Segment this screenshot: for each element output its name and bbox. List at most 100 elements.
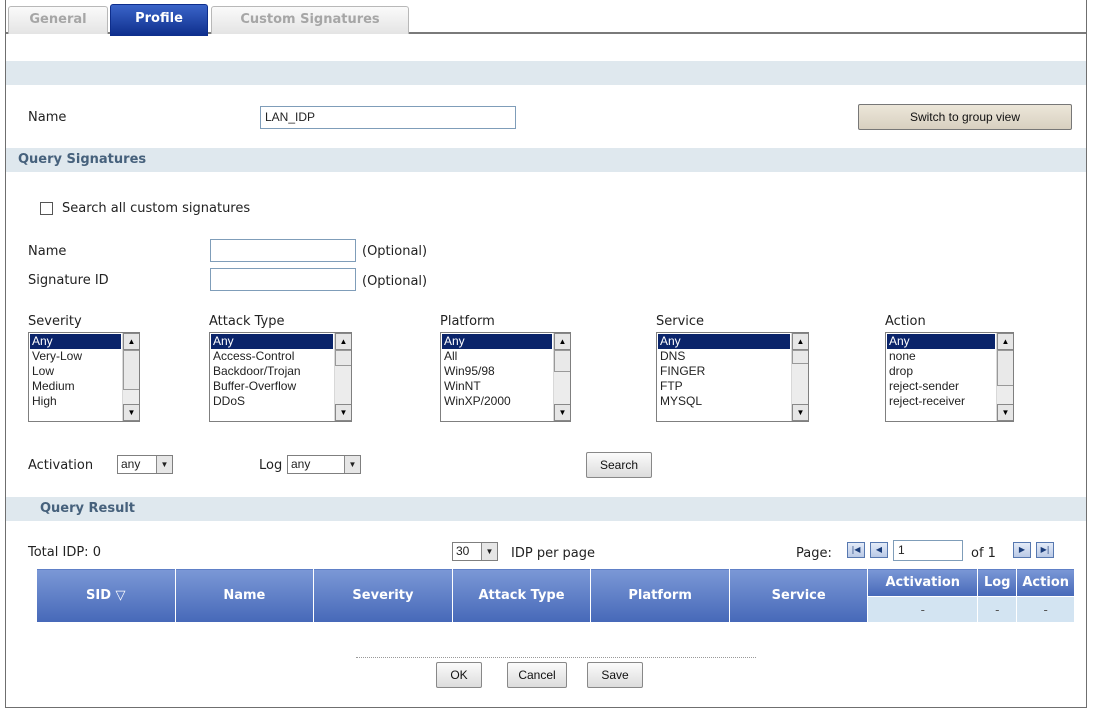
action-scrollbar[interactable]: ▲ ▼ [996,333,1013,421]
search-all-custom-label: Search all custom signatures [62,201,251,216]
severity-option[interactable]: Low [30,364,121,379]
column-header-name[interactable]: Name [174,568,315,623]
attack-type-option[interactable]: Backdoor/Trojan [211,364,333,379]
action-label: Action [885,314,926,329]
last-page-icon[interactable]: ▶| [1036,542,1054,558]
severity-option[interactable]: Very-Low [30,349,121,364]
page-label: Page: [796,546,832,561]
query-name-input[interactable] [210,239,356,262]
activation-select[interactable]: any ▼ [117,455,173,474]
scroll-thumb[interactable] [123,350,139,390]
chevron-down-icon[interactable]: ▼ [156,456,172,473]
service-option[interactable]: Any [658,334,790,349]
service-option[interactable]: FTP [658,379,790,394]
tab-custom-signatures[interactable]: Custom Signatures [211,6,409,34]
platform-option[interactable]: WinXP/2000 [442,394,552,409]
page-number-input[interactable]: 1 [893,540,963,561]
action-option[interactable]: drop [887,364,995,379]
tab-bar: General Profile Custom Signatures [6,0,1086,36]
query-name-label: Name [28,244,67,259]
platform-option[interactable]: Any [442,334,552,349]
scroll-up-icon[interactable]: ▲ [335,333,351,350]
ok-button[interactable]: OK [436,662,482,688]
severity-option[interactable]: Any [30,334,121,349]
action-listbox[interactable]: Any none drop reject-sender reject-recei… [885,332,1014,422]
query-signatures-header: Query Signatures [6,148,1086,172]
action-option[interactable]: Any [887,334,995,349]
action-option[interactable]: reject-sender [887,379,995,394]
scroll-up-icon[interactable]: ▲ [997,333,1013,350]
switch-to-group-view-button[interactable]: Switch to group view [858,104,1072,130]
log-select[interactable]: any ▼ [287,455,361,474]
severity-option[interactable]: High [30,394,121,409]
cancel-button[interactable]: Cancel [507,662,567,688]
scroll-thumb[interactable] [997,350,1013,386]
action-cell: - [1016,596,1075,623]
service-option[interactable]: MYSQL [658,394,790,409]
attack-type-option[interactable]: DDoS [211,394,333,409]
action-option[interactable]: none [887,349,995,364]
platform-option[interactable]: All [442,349,552,364]
log-cell: - [977,596,1018,623]
total-idp-label: Total IDP: 0 [28,545,101,560]
severity-listbox[interactable]: Any Very-Low Low Medium High ▲ ▼ [28,332,140,422]
sort-down-icon[interactable]: ▽ [116,588,126,603]
platform-label: Platform [440,314,495,329]
scroll-down-icon[interactable]: ▼ [792,404,808,421]
scroll-up-icon[interactable]: ▲ [792,333,808,350]
per-page-select[interactable]: 30 ▼ [452,542,498,561]
tab-profile[interactable]: Profile [110,4,208,36]
column-header-sid[interactable]: SID ▽ [36,568,176,623]
profile-name-input[interactable]: LAN_IDP [260,106,516,129]
activation-label: Activation [28,458,94,473]
attack-type-option[interactable]: Any [211,334,333,349]
attack-type-listbox[interactable]: Any Access-Control Backdoor/Trojan Buffe… [209,332,352,422]
severity-option[interactable]: Medium [30,379,121,394]
next-page-icon[interactable]: ▶ [1013,542,1031,558]
platform-option[interactable]: Win95/98 [442,364,552,379]
scroll-up-icon[interactable]: ▲ [123,333,139,350]
attack-type-scrollbar[interactable]: ▲ ▼ [334,333,351,421]
service-listbox[interactable]: Any DNS FINGER FTP MYSQL ▲ ▼ [656,332,809,422]
severity-scrollbar[interactable]: ▲ ▼ [122,333,139,421]
scroll-thumb[interactable] [335,350,351,366]
previous-page-icon[interactable]: ◀ [870,542,888,558]
profile-band [6,61,1086,85]
action-option[interactable]: reject-receiver [887,394,995,409]
platform-listbox[interactable]: Any All Win95/98 WinNT WinXP/2000 ▲ ▼ [440,332,571,422]
platform-option[interactable]: WinNT [442,379,552,394]
column-header-action[interactable]: Action [1016,568,1075,597]
column-header-log[interactable]: Log [977,568,1018,597]
scroll-down-icon[interactable]: ▼ [554,404,570,421]
attack-type-option[interactable]: Buffer-Overflow [211,379,333,394]
scroll-down-icon[interactable]: ▼ [123,404,139,421]
query-result-header: Query Result [6,497,1086,521]
service-option[interactable]: DNS [658,349,790,364]
scroll-thumb[interactable] [554,350,570,372]
signature-id-label: Signature ID [28,273,109,288]
column-header-platform[interactable]: Platform [590,568,730,623]
first-page-icon[interactable]: |◀ [847,542,865,558]
search-all-custom-checkbox[interactable] [40,202,53,215]
search-button[interactable]: Search [586,452,652,478]
chevron-down-icon[interactable]: ▼ [481,543,497,560]
attack-type-option[interactable]: Access-Control [211,349,333,364]
service-scrollbar[interactable]: ▲ ▼ [791,333,808,421]
column-header-service[interactable]: Service [728,568,869,623]
platform-scrollbar[interactable]: ▲ ▼ [553,333,570,421]
profile-name-label: Name [28,110,67,125]
tab-general[interactable]: General [8,6,108,34]
scroll-thumb[interactable] [792,350,808,364]
column-header-attack-type[interactable]: Attack Type [451,568,592,623]
service-option[interactable]: FINGER [658,364,790,379]
query-result-table: SID ▽ Name Severity Attack Type Platform… [36,568,1075,623]
scroll-down-icon[interactable]: ▼ [335,404,351,421]
save-button[interactable]: Save [587,662,643,688]
column-header-severity[interactable]: Severity [313,568,453,623]
column-header-activation[interactable]: Activation [867,568,979,597]
scroll-up-icon[interactable]: ▲ [554,333,570,350]
chevron-down-icon[interactable]: ▼ [344,456,360,473]
signature-id-input[interactable] [210,268,356,291]
scroll-down-icon[interactable]: ▼ [997,404,1013,421]
log-label: Log [259,458,283,473]
